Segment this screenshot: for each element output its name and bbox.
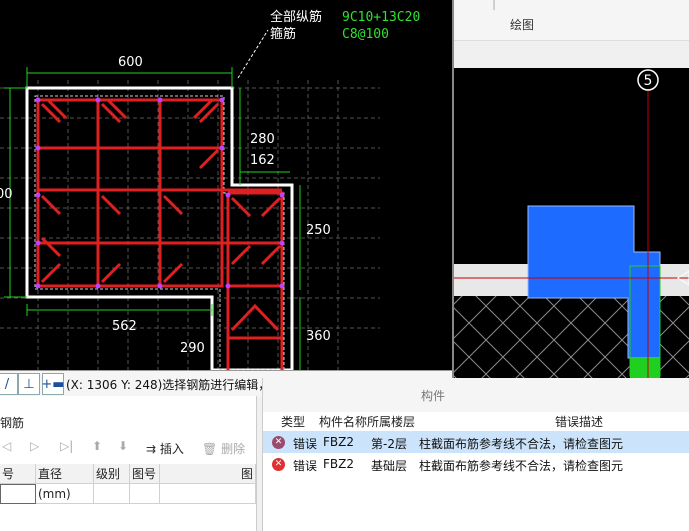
right-3d-view[interactable]: 5 — [452, 68, 689, 378]
dim-top-width[interactable]: 600 — [118, 55, 143, 70]
error-row[interactable]: ✕ 错误 FBZ2 基础层 柱截面布筋参考线不合法，请检查图元 — [263, 453, 689, 475]
move-down-icon[interactable]: ⬇ — [118, 439, 128, 453]
error-row[interactable]: ✕ 错误 FBZ2 第-2层 柱截面布筋参考线不合法，请检查图元 — [263, 431, 689, 453]
error-row-description: 柱截面布筋参考线不合法，请检查图元 — [419, 437, 624, 451]
axis-label: 5 — [644, 73, 653, 89]
dim-290[interactable]: 290 — [180, 341, 205, 356]
error-row-type: 错误 — [293, 437, 318, 451]
error-row-floor: 第-2层 — [371, 437, 407, 451]
right-view-canvas: 5 — [452, 69, 689, 378]
error-row-type: 错误 — [293, 459, 318, 473]
legend-stirrup-label: 箍筋 — [270, 26, 296, 42]
first-icon[interactable]: ◁ — [2, 439, 11, 453]
dim-360[interactable]: 360 — [306, 329, 331, 344]
err-col-name[interactable]: 构件名称 — [319, 414, 367, 431]
error-row-floor: 基础层 — [371, 459, 408, 473]
delete-label: 删除 — [221, 442, 246, 456]
insert-button[interactable]: ⇉ 插入 — [146, 440, 184, 457]
perpendicular-icon: ⊥ — [23, 376, 35, 392]
dimension-icon: +▬ — [41, 376, 65, 392]
error-panel-title: 构件 — [421, 389, 446, 403]
col-header-grade[interactable]: 级别 — [94, 464, 130, 484]
next-icon[interactable]: ▷ — [30, 439, 39, 453]
error-panel: 构件 类型 构件名称 所属楼层 错误描述 ✕ 错误 FBZ2 第-2层 柱截面布… — [262, 378, 689, 531]
col-header-figure[interactable]: 图 — [160, 464, 256, 484]
trash-icon: 🗑 — [202, 442, 218, 456]
insert-icon: ⇉ — [146, 442, 157, 456]
cad-canvas: 全部纵筋 9C10+13C20 箍筋 C8@100 600 00 280 162… — [0, 9, 420, 370]
delete-button[interactable]: 🗑 删除 — [202, 440, 245, 457]
move-up-icon[interactable]: ⬆ — [92, 439, 102, 453]
rebar-cell-figure[interactable] — [160, 484, 256, 504]
rebar-panel-title: 钢筋 — [0, 416, 25, 430]
err-col-type[interactable]: 类型 — [281, 414, 305, 431]
col-header-index[interactable]: 号 — [0, 464, 36, 484]
legend-longitudinal-label: 全部纵筋 — [270, 9, 322, 25]
insert-label: 插入 — [159, 442, 184, 456]
rebar-cell-figure-no[interactable] — [130, 484, 160, 504]
diagonal-line-icon: / — [4, 376, 10, 392]
err-col-description[interactable]: 错误描述 — [555, 414, 603, 431]
dim-280[interactable]: 280 — [250, 132, 275, 147]
error-row-name: FBZ2 — [323, 457, 354, 471]
rebar-cell-grade[interactable] — [94, 484, 130, 504]
error-row-name: FBZ2 — [323, 435, 354, 449]
cad-section-editor[interactable]: 全部纵筋 9C10+13C20 箍筋 C8@100 600 00 280 162… — [0, 0, 454, 370]
error-panel-header: 构件 — [263, 378, 689, 412]
rebar-cell-diameter[interactable] — [36, 484, 94, 504]
col-header-figure-no[interactable]: 图号 — [130, 464, 160, 484]
ribbon-strip: | — [452, 0, 689, 41]
dim-562[interactable]: 562 — [112, 319, 137, 334]
rebar-group — [36, 98, 284, 370]
ribbon-fragment: | — [492, 0, 497, 10]
line-tool-button[interactable]: / — [0, 373, 18, 395]
ribbon-draw-group-label: 绘图 — [510, 18, 535, 32]
last-icon[interactable]: ▷| — [60, 439, 73, 453]
error-icon: ✕ — [272, 436, 285, 449]
error-row-description: 柱截面布筋参考线不合法，请检查图元 — [419, 459, 624, 473]
rebar-panel: 钢筋 ◁ ▷ ▷| ⬆ ⬇ ⇉ 插入 🗑 删除 号 直径(mm) 级别 图号 图 — [0, 396, 257, 531]
perpendicular-tool-button[interactable]: ⊥ — [18, 373, 40, 395]
error-icon: ✕ — [272, 458, 285, 471]
green-block — [630, 358, 660, 378]
dim-250[interactable]: 250 — [306, 223, 331, 238]
dim-162[interactable]: 162 — [250, 153, 275, 168]
dimension-tool-button[interactable]: +▬ — [41, 373, 65, 395]
dim-left-height[interactable]: 00 — [0, 187, 13, 202]
leader-line — [237, 29, 269, 79]
rebar-cell-index[interactable] — [0, 484, 36, 504]
legend-longitudinal-value[interactable]: 9C10+13C20 — [342, 10, 420, 25]
legend-stirrup-value[interactable]: C8@100 — [342, 27, 389, 42]
rebar-toolbar: ◁ ▷ ▷| ⬆ ⬇ ⇉ 插入 🗑 删除 — [0, 436, 256, 460]
col-header-diameter[interactable]: 直径(mm) — [36, 464, 94, 501]
err-col-floor[interactable]: 所属楼层 — [367, 414, 415, 431]
